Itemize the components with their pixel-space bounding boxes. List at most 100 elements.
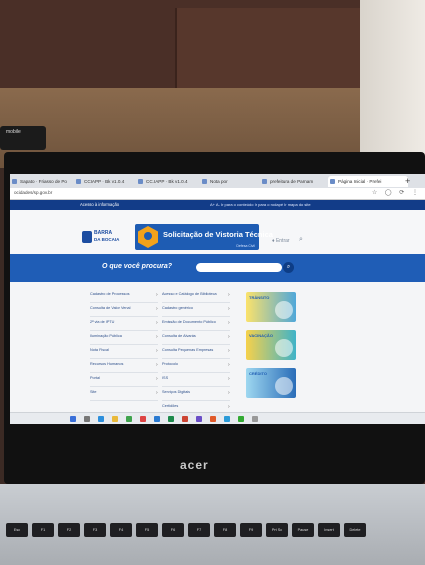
key[interactable]: Pause xyxy=(292,523,314,537)
browser-tab-3[interactable]: CC.IAPP · Bk v1.0.4 xyxy=(136,176,208,187)
promo-card-vacinacao[interactable]: VACINAÇÃO xyxy=(246,330,296,360)
acer-logo: acer xyxy=(180,458,209,472)
favicon-icon xyxy=(262,179,267,184)
key[interactable]: F3 xyxy=(84,523,106,537)
chevron-right-icon: › xyxy=(228,390,230,396)
right-wall xyxy=(360,0,425,160)
url-text[interactable]: ocidades/sp.gov.br xyxy=(14,190,52,195)
search-icon[interactable]: ⌕ xyxy=(299,236,303,244)
search-taskbar-icon[interactable] xyxy=(84,416,90,422)
key[interactable]: Insert xyxy=(318,523,340,537)
login-link[interactable]: ♦ Entrar xyxy=(272,238,290,244)
app-icon[interactable] xyxy=(210,416,216,422)
keyboard-row: Esc F1 F2 F3 F4 F5 F6 F7 F8 F9 Prt Sc Pa… xyxy=(6,523,421,563)
list-item[interactable]: Emissão de Documento Público › xyxy=(162,320,230,334)
promo-card-transito[interactable]: TRÂNSITO xyxy=(246,292,296,322)
list-item[interactable]: Recursos Humanos › xyxy=(90,362,158,376)
card-illustration-icon xyxy=(275,301,293,319)
logo-text: BARRA xyxy=(94,230,113,236)
list-item[interactable]: Protocolo › xyxy=(162,362,230,376)
chevron-right-icon: › xyxy=(228,320,230,326)
chrome-icon[interactable] xyxy=(126,416,132,422)
new-tab-button[interactable]: + xyxy=(405,175,410,187)
key[interactable]: Prt Sc xyxy=(266,523,288,537)
list-item[interactable]: Serviços Digitais › xyxy=(162,390,230,404)
teams-icon[interactable] xyxy=(196,416,202,422)
favicon-icon xyxy=(12,179,17,184)
list-item[interactable]: Cadastro de Processos › xyxy=(90,292,158,306)
list-item[interactable]: Consulta de Valor Venal › xyxy=(90,306,158,320)
list-item[interactable]: Iluminação Pública › xyxy=(90,334,158,348)
key[interactable]: Esc xyxy=(6,523,28,537)
favicon-icon xyxy=(138,179,143,184)
list-item[interactable]: Consulta de Alvarás › xyxy=(162,334,230,348)
browser-tab-2[interactable]: CCIAPP · Bk v1.0.4 xyxy=(74,176,144,187)
browser-tab-active[interactable]: Página Inicial · Prefei xyxy=(328,176,408,187)
key[interactable]: F6 xyxy=(162,523,184,537)
card-title: VACINAÇÃO xyxy=(249,333,273,338)
card-illustration-icon xyxy=(275,377,293,395)
key[interactable]: F4 xyxy=(110,523,132,537)
key[interactable]: F8 xyxy=(214,523,236,537)
logo-text: DA BOCAIA xyxy=(94,237,120,242)
chevron-right-icon: › xyxy=(228,334,230,340)
address-bar[interactable]: ocidades/sp.gov.br ☆ ◯ ⟳ ⋮ xyxy=(10,188,425,200)
start-icon[interactable] xyxy=(70,416,76,422)
key[interactable]: F2 xyxy=(58,523,80,537)
app-icon[interactable] xyxy=(224,416,230,422)
list-item[interactable]: Portal › xyxy=(90,376,158,390)
tab-bar: Sapato · Friasso de Po CCIAPP · Bk v1.0.… xyxy=(10,174,425,188)
favicon-icon xyxy=(76,179,81,184)
app-icon[interactable] xyxy=(238,416,244,422)
accessibility-links[interactable]: A+ A- Ir para o conteúdo Ir para o rodap… xyxy=(210,202,311,207)
powerpoint-icon[interactable] xyxy=(182,416,188,422)
app-icon[interactable] xyxy=(140,416,146,422)
list-item[interactable]: Site › xyxy=(90,390,158,404)
chevron-right-icon: › xyxy=(228,292,230,298)
banner-title: Solicitação de Vistoria Técnica xyxy=(163,230,273,239)
browser-tab-5[interactable]: prefeitura de Parnam xyxy=(260,176,336,187)
chevron-right-icon: › xyxy=(228,376,230,382)
word-icon[interactable] xyxy=(154,416,160,422)
list-item[interactable]: Consulta Pequenas Empresas › xyxy=(162,348,230,362)
folder-icon[interactable] xyxy=(112,416,118,422)
search-band: O que você procura? ⌕ xyxy=(10,254,425,282)
defesa-civil-icon xyxy=(138,226,158,248)
access-info-link[interactable]: Acesso à informação xyxy=(80,202,119,207)
city-logo[interactable]: BARRA DA BOCAIA xyxy=(82,230,126,246)
search-button[interactable]: ⌕ xyxy=(283,262,294,273)
windows-taskbar xyxy=(10,412,425,424)
key[interactable]: F1 xyxy=(32,523,54,537)
list-item[interactable]: ISS › xyxy=(162,376,230,390)
key[interactable]: F5 xyxy=(136,523,158,537)
chevron-right-icon: › xyxy=(228,404,230,410)
key[interactable]: Delete xyxy=(344,523,366,537)
vistoria-banner[interactable]: Solicitação de Vistoria Técnica Defesa C… xyxy=(135,224,273,250)
address-bar-icons[interactable]: ☆ ◯ ⟳ ⋮ xyxy=(372,189,421,196)
key[interactable]: F9 xyxy=(240,523,262,537)
card-title: TRÂNSITO xyxy=(249,295,270,300)
browser-tab-1[interactable]: Sapato · Friasso de Po xyxy=(10,176,82,187)
list-item[interactable]: Cadastro genérico › xyxy=(162,306,230,320)
chevron-right-icon: › xyxy=(156,376,158,382)
chevron-right-icon: › xyxy=(156,306,158,312)
chevron-right-icon: › xyxy=(228,348,230,354)
gov-bar: Acesso à informação A+ A- Ir para o cont… xyxy=(10,200,425,210)
laptop-screen: Sapato · Friasso de Po CCIAPP · Bk v1.0.… xyxy=(10,174,425,424)
browser-tab-4[interactable]: Nota por xyxy=(200,176,265,187)
chevron-right-icon: › xyxy=(228,306,230,312)
app-icon[interactable] xyxy=(252,416,258,422)
list-item[interactable]: Acesso e Catálogo de Biblioteca › xyxy=(162,292,230,306)
list-item[interactable]: 2ª via de IPTU › xyxy=(90,320,158,334)
search-label: O que você procura? xyxy=(102,263,173,270)
list-item[interactable]: Nota Fiscal › xyxy=(90,348,158,362)
chevron-right-icon: › xyxy=(156,320,158,326)
key[interactable]: F7 xyxy=(188,523,210,537)
search-input[interactable] xyxy=(196,263,282,272)
card-title: CRÉDITO xyxy=(249,371,267,376)
edge-icon[interactable] xyxy=(98,416,104,422)
chevron-right-icon: › xyxy=(156,348,158,354)
promo-card-credito[interactable]: CRÉDITO xyxy=(246,368,296,398)
chevron-right-icon: › xyxy=(156,334,158,340)
excel-icon[interactable] xyxy=(168,416,174,422)
